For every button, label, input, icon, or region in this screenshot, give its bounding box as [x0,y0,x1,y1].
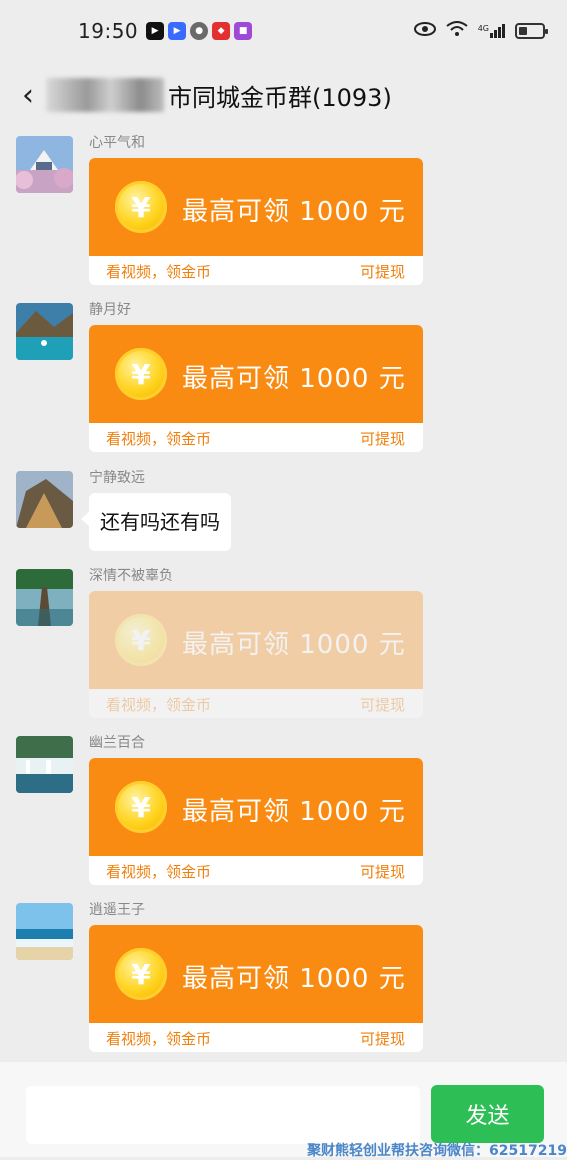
avatar[interactable] [16,136,73,193]
video-app-icon: ▶ [146,22,165,40]
card-headline: 最高可领 1000 元 [182,964,406,994]
status-time: 19:50 [78,19,139,43]
sender-name: 深情不被辜负 [89,568,173,584]
back-arrow-icon[interactable]: ‹ [22,78,42,113]
signal-icon: 4G [478,24,505,38]
sender-name: 宁静致远 [89,470,145,486]
card-headline: 最高可领 1000 元 [182,197,406,227]
eye-icon [413,22,436,40]
battery-icon [515,23,548,39]
sender-name: 逍遥王子 [89,902,145,918]
blurred-title-prefix [46,78,164,112]
card-headline: 最高可领 1000 元 [182,364,406,394]
status-bar: 19:50 ▶ ▶ ● ◆ ■ 4G [0,0,567,62]
media-app-icon: ▶ [168,22,187,40]
card-footer-right: 可提现 [359,696,405,714]
sender-name: 静月好 [89,302,131,318]
reward-card[interactable]: ¥ 最高可领 1000 元 看视频，领金币 可提现 [89,591,423,718]
wifi-icon [446,21,468,41]
card-footer-right: 可提现 [359,430,405,448]
card-headline: 最高可领 1000 元 [182,797,406,827]
send-button[interactable]: 发送 [431,1085,544,1143]
card-footer-left: 看视频，领金币 [106,1030,212,1048]
watermark-text: 聚财熊轻创业帮扶咨询微信：62517219 [307,1143,567,1159]
wechat-icon: ● [190,22,209,40]
game-app-icon: ■ [234,22,253,40]
card-footer-left: 看视频，领金币 [106,430,212,448]
coin-icon: ¥ [115,181,167,233]
network-type: 4G [477,24,489,33]
card-footer-right: 可提现 [359,263,405,281]
card-footer-left: 看视频，领金币 [106,696,212,714]
avatar[interactable] [16,569,73,626]
reward-card[interactable]: ¥ 最高可领 1000 元 看视频，领金币 可提现 [89,158,423,285]
card-footer-left: 看视频，领金币 [106,263,212,281]
message-text: 还有吗还有吗 [100,510,220,534]
text-bubble[interactable]: 还有吗还有吗 [81,493,231,551]
card-footer-right: 可提现 [359,1030,405,1048]
avatar[interactable] [16,471,73,528]
sender-name: 幽兰百合 [89,735,145,751]
shop-app-icon: ◆ [212,22,231,40]
chat-title: 市同城金币群(1093) [168,83,392,112]
avatar[interactable] [16,303,73,360]
coin-icon: ¥ [115,948,167,1000]
coin-icon: ¥ [115,348,167,400]
notification-icons: ▶ ▶ ● ◆ ■ [146,22,253,40]
reward-card[interactable]: ¥ 最高可领 1000 元 看视频，领金币 可提现 [89,925,423,1052]
coin-icon: ¥ [115,781,167,833]
card-footer-left: 看视频，领金币 [106,863,212,881]
message-input[interactable] [26,1086,420,1144]
sender-name: 心平气和 [89,135,145,151]
coin-icon: ¥ [115,614,167,666]
reward-card[interactable]: ¥ 最高可领 1000 元 看视频，领金币 可提现 [89,325,423,452]
card-footer-right: 可提现 [359,863,405,881]
avatar[interactable] [16,903,73,960]
chat-header: ‹ 市同城金币群(1093) [0,62,567,128]
reward-card[interactable]: ¥ 最高可领 1000 元 看视频，领金币 可提现 [89,758,423,885]
avatar[interactable] [16,736,73,793]
card-headline: 最高可领 1000 元 [182,630,406,660]
